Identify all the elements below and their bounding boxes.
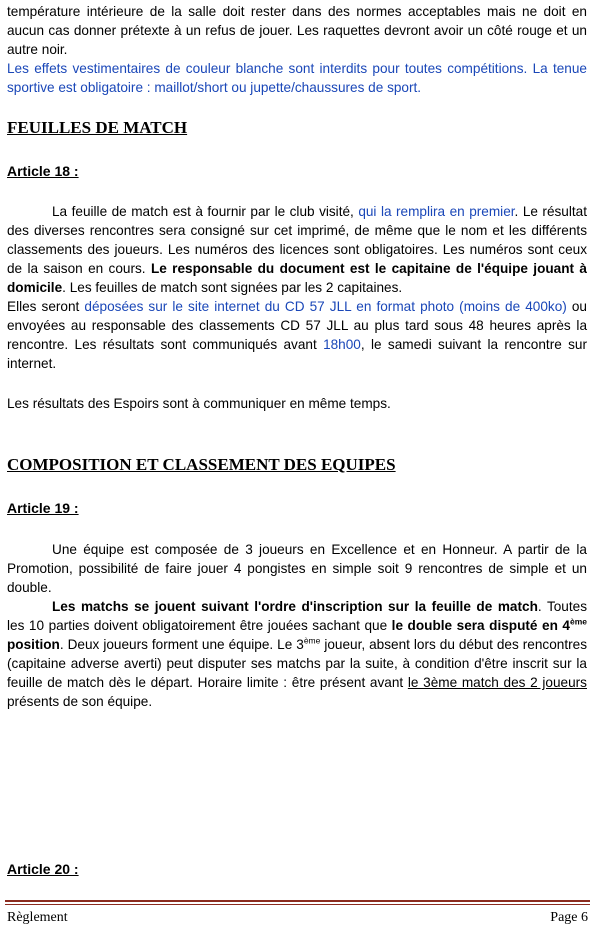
intro-block: température intérieure de la salle doit … [7,2,587,97]
article-19-title: Article 19 : [7,500,79,516]
dress-code-paragraph: Les effets vestimentaires de couleur bla… [7,61,587,95]
article-19-body: Une équipe est composée de 3 joueurs en … [7,540,587,711]
footer-document-name: Règlement [7,910,68,925]
footer-rule-thin [5,904,590,905]
footer-page-number: Page 6 [550,910,588,925]
footer-rule-thick [5,900,590,902]
intro-paragraph: température intérieure de la salle doit … [7,4,587,57]
article-18-title: Article 18 : [7,163,79,179]
section-title-composition: COMPOSITION ET CLASSEMENT DES EQUIPES [7,455,396,474]
article-19-paragraph-2: Les matchs se jouent suivant l'ordre d'i… [7,599,587,709]
article-20-title: Article 20 : [7,861,79,877]
section-title-feuilles: FEUILLES DE MATCH [7,118,188,137]
article-18-paragraph-2: Elles seront déposées sur le site intern… [7,299,587,371]
article-19-paragraph-1: Une équipe est composée de 3 joueurs en … [7,542,587,595]
article-18-body: La feuille de match est à fournir par le… [7,202,587,373]
article-18-paragraph-3: Les résultats des Espoirs sont à communi… [7,396,391,411]
article-18-paragraph-1: La feuille de match est à fournir par le… [7,204,588,295]
